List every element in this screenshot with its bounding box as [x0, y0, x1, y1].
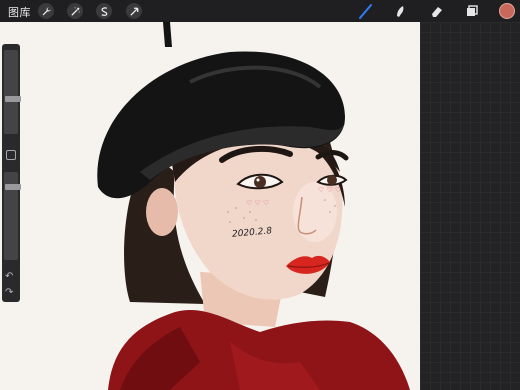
transform-arrow-icon[interactable] [126, 3, 142, 19]
drawing-canvas[interactable]: ♡ ♡ ♡ ♡ ♡ ♡ 2020.2.8 [0, 22, 420, 390]
smudge-icon[interactable] [392, 2, 410, 20]
top-toolbar: 图库 [0, 0, 520, 22]
layers-icon[interactable] [463, 2, 481, 20]
modify-button[interactable] [6, 150, 16, 160]
color-picker-swatch[interactable] [499, 3, 515, 19]
redo-icon[interactable]: ↷ [5, 288, 13, 298]
svg-text:♡ ♡ ♡: ♡ ♡ ♡ [318, 186, 341, 194]
svg-text:♡ ♡ ♡: ♡ ♡ ♡ [246, 199, 269, 207]
brush-size-slider[interactable] [4, 50, 21, 134]
opacity-slider[interactable] [4, 172, 21, 260]
selection-icon[interactable] [96, 3, 112, 19]
brush-icon[interactable] [357, 2, 375, 20]
portrait-artwork: ♡ ♡ ♡ ♡ ♡ ♡ [97, 22, 410, 390]
brush-size-thumb[interactable] [5, 96, 21, 102]
left-sidebar: ↶ ↷ [2, 44, 21, 302]
gallery-button[interactable]: 图库 [8, 4, 31, 20]
opacity-thumb[interactable] [5, 184, 21, 190]
undo-icon[interactable]: ↶ [5, 272, 13, 282]
wrench-icon[interactable] [38, 3, 54, 19]
eraser-icon[interactable] [428, 2, 446, 20]
magic-wand-icon[interactable] [67, 3, 83, 19]
